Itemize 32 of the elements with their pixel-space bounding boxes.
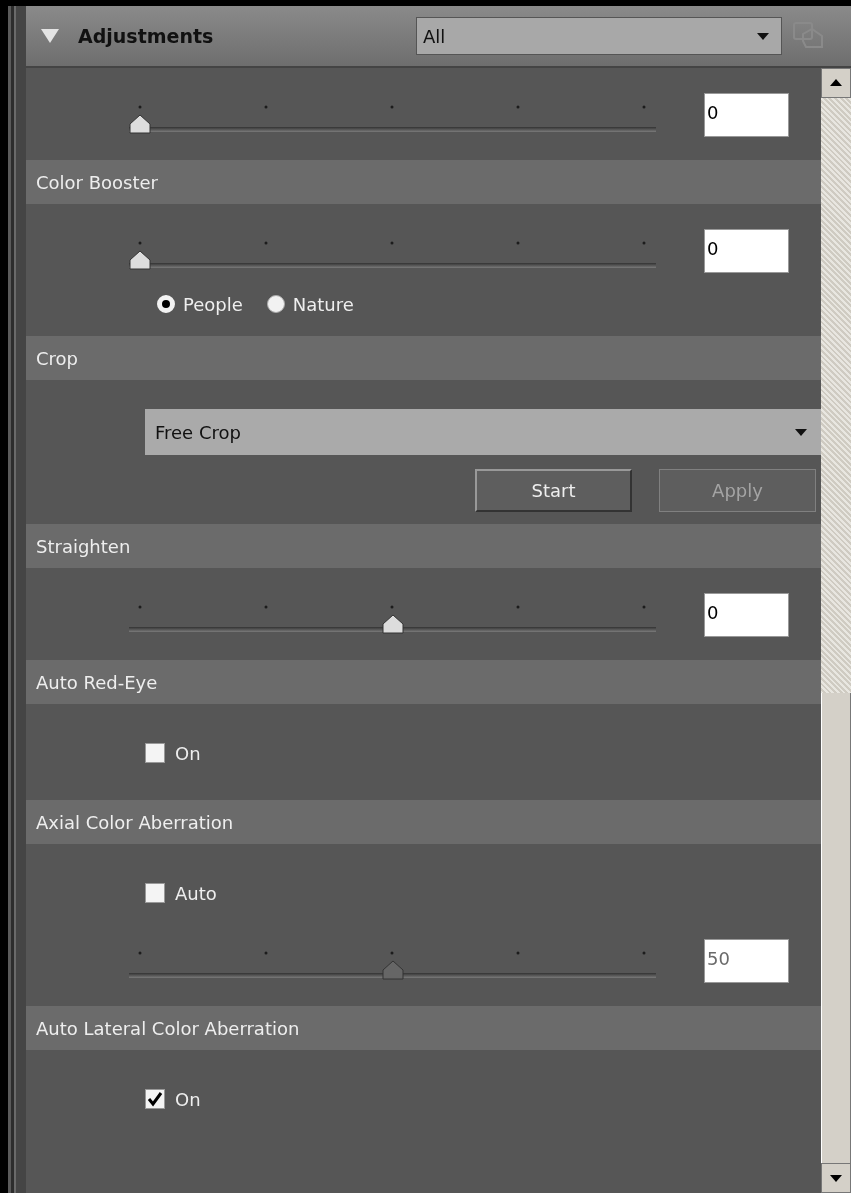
section-header: Crop <box>26 336 821 380</box>
radio-label: Nature <box>292 293 354 315</box>
caret-icon <box>757 32 769 40</box>
value-field[interactable]: 0 <box>704 229 789 273</box>
section-header: Straighten <box>26 524 821 568</box>
checkbox-label: On <box>175 1088 201 1110</box>
radio-button[interactable] <box>266 295 285 313</box>
caret-icon <box>795 428 807 436</box>
section-header: Auto Lateral Color Aberration <box>26 1006 821 1050</box>
section-header: Auto Red-Eye <box>26 660 821 704</box>
scrollbar[interactable] <box>821 68 851 1193</box>
checkbox-label: On <box>175 742 201 764</box>
scroll-thumb[interactable] <box>821 693 851 1163</box>
action-button[interactable]: Start <box>475 469 632 512</box>
filter-dropdown[interactable]: All <box>416 17 782 55</box>
checkbox[interactable] <box>145 1089 165 1109</box>
crop-dropdown[interactable]: Free Crop <box>145 409 821 455</box>
value-field[interactable]: 0 <box>704 593 789 637</box>
collapse-triangle-icon[interactable] <box>40 28 60 44</box>
slider-thumb[interactable] <box>129 250 151 270</box>
scroll-up-icon[interactable] <box>821 68 851 98</box>
section-header: Axial Color Aberration <box>26 800 821 844</box>
value-field[interactable]: 0 <box>704 93 789 137</box>
scroll-down-icon[interactable] <box>821 1163 851 1193</box>
section-header: Color Booster <box>26 160 821 204</box>
slider-thumb[interactable] <box>381 614 404 634</box>
slider-thumb[interactable] <box>129 114 151 134</box>
checkbox[interactable] <box>145 743 165 763</box>
checkbox[interactable] <box>145 883 165 903</box>
checkbox-label: Auto <box>175 882 217 904</box>
panel-title: Adjustments <box>78 25 215 47</box>
radio-label: People <box>183 293 243 315</box>
